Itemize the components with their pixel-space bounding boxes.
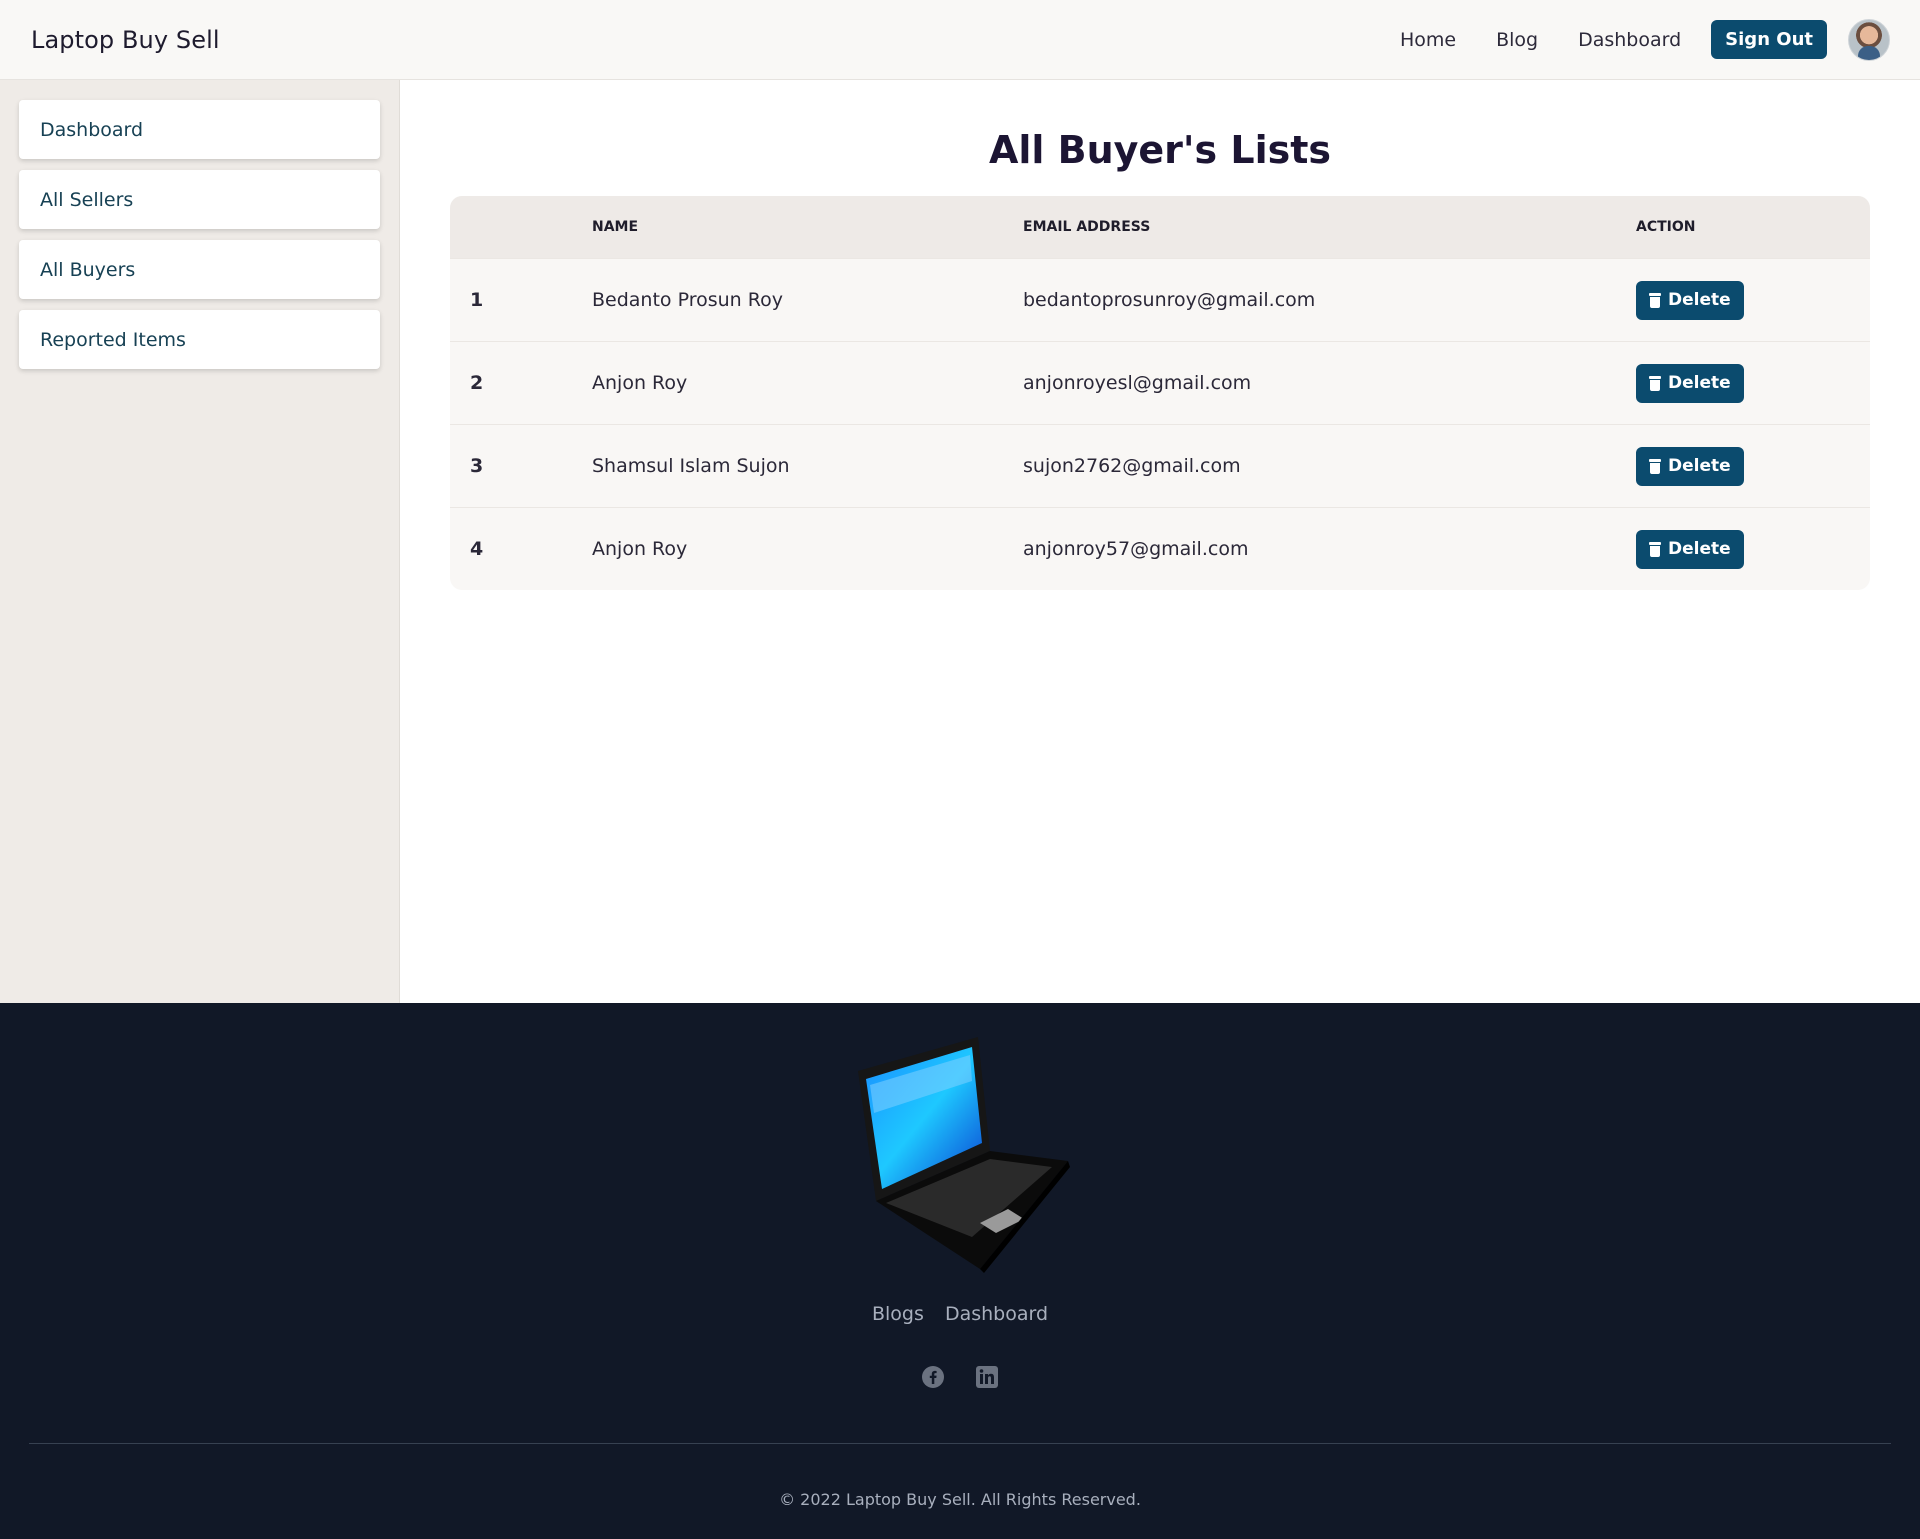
delete-button[interactable]: Delete: [1636, 363, 1744, 403]
nav-home-link[interactable]: Home: [1400, 29, 1456, 51]
page-title: All Buyer's Lists: [988, 128, 1332, 172]
sidebar-item-all-sellers[interactable]: All Sellers: [19, 170, 380, 229]
row-index: 1: [450, 258, 591, 341]
footer-links: Blogs Dashboard: [0, 1303, 1920, 1325]
delete-label: Delete: [1668, 456, 1731, 476]
row-index: 3: [450, 424, 591, 507]
sidebar-item-dashboard[interactable]: Dashboard: [19, 100, 380, 159]
trash-icon: [1649, 541, 1661, 557]
trash-icon: [1649, 375, 1661, 391]
row-index: 2: [450, 341, 591, 424]
nav-blog-link[interactable]: Blog: [1496, 29, 1538, 51]
sign-out-button[interactable]: Sign Out: [1711, 20, 1827, 59]
main-content: All Buyer's Lists NAME EMAIL ADDRESS ACT…: [400, 80, 1920, 1003]
delete-button[interactable]: Delete: [1636, 280, 1744, 320]
main-nav: Home Blog Dashboard Sign Out: [1360, 18, 1890, 61]
buyer-email: bedantoprosunroy@gmail.com: [1022, 258, 1635, 341]
table-row: 3 Shamsul Islam Sujon sujon2762@gmail.co…: [450, 424, 1870, 507]
delete-label: Delete: [1668, 539, 1731, 559]
action-cell: Delete: [1635, 341, 1870, 424]
sidebar: Dashboard All Sellers All Buyers Reporte…: [0, 80, 400, 1003]
action-cell: Delete: [1635, 258, 1870, 341]
buyer-name: Anjon Roy: [591, 341, 1022, 424]
linkedin-icon[interactable]: [975, 1365, 999, 1389]
footer-blogs-link[interactable]: Blogs: [872, 1303, 924, 1325]
user-avatar[interactable]: [1848, 18, 1890, 61]
buyer-email: anjonroyesl@gmail.com: [1022, 341, 1635, 424]
trash-icon: [1649, 458, 1661, 474]
buyer-email: anjonroy57@gmail.com: [1022, 507, 1635, 590]
table-row: 2 Anjon Roy anjonroyesl@gmail.com Delete: [450, 341, 1870, 424]
column-header-email: EMAIL ADDRESS: [1022, 196, 1635, 258]
action-cell: Delete: [1635, 507, 1870, 590]
table-row: 1 Bedanto Prosun Roy bedantoprosunroy@gm…: [450, 258, 1870, 341]
brand-logo-text[interactable]: Laptop Buy Sell: [31, 26, 220, 54]
sidebar-item-reported-items[interactable]: Reported Items: [19, 310, 380, 369]
buyer-name: Bedanto Prosun Roy: [591, 258, 1022, 341]
delete-label: Delete: [1668, 290, 1731, 310]
dashboard-layout: Dashboard All Sellers All Buyers Reporte…: [0, 80, 1920, 1003]
sidebar-item-all-buyers[interactable]: All Buyers: [19, 240, 380, 299]
action-cell: Delete: [1635, 424, 1870, 507]
nav-dashboard-link[interactable]: Dashboard: [1578, 29, 1681, 51]
column-header-name: NAME: [591, 196, 1022, 258]
top-navbar: Laptop Buy Sell Home Blog Dashboard Sign…: [0, 0, 1920, 80]
column-header-action: ACTION: [1635, 196, 1870, 258]
buyer-name: Shamsul Islam Sujon: [591, 424, 1022, 507]
column-header-index: [450, 196, 591, 258]
row-index: 4: [450, 507, 591, 590]
buyer-name: Anjon Roy: [591, 507, 1022, 590]
footer-divider: [29, 1443, 1891, 1444]
footer-dashboard-link[interactable]: Dashboard: [945, 1303, 1048, 1325]
table-header-row: NAME EMAIL ADDRESS ACTION: [450, 196, 1870, 258]
social-links: [0, 1365, 1920, 1389]
table-row: 4 Anjon Roy anjonroy57@gmail.com Delete: [450, 507, 1870, 590]
delete-button[interactable]: Delete: [1636, 446, 1744, 486]
footer: Blogs Dashboard © 2022 Laptop Buy Sell. …: [0, 1003, 1920, 1539]
facebook-icon[interactable]: [921, 1365, 945, 1389]
buyers-table: NAME EMAIL ADDRESS ACTION 1 Bedanto Pros…: [450, 196, 1870, 590]
delete-button[interactable]: Delete: [1636, 529, 1744, 569]
buyer-email: sujon2762@gmail.com: [1022, 424, 1635, 507]
laptop-logo: [858, 1037, 1070, 1273]
copyright-text: © 2022 Laptop Buy Sell. All Rights Reser…: [779, 1490, 1141, 1509]
delete-label: Delete: [1668, 373, 1731, 393]
trash-icon: [1649, 292, 1661, 308]
